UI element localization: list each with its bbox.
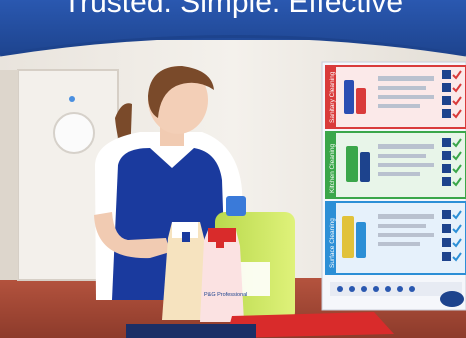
banner: Trusted. Simple. Effective Sanitary Clea… [0,0,466,338]
trolley-edge [126,324,256,338]
cleaning-wall-chart: Sanitary Cleaning Kitchen Cleaning Surfa… [321,61,466,311]
door-sign [69,96,75,102]
chart-label-sanitary-text: Sanitary Cleaning [329,71,336,123]
chart-label-surface-text: Surface Cleaning [329,218,336,268]
chart-label-kitchen-text: Kitchen Cleaning [329,143,336,193]
bottle-brand-label: P&G Professional [204,292,247,298]
door-window [53,112,95,154]
photo-scene: Sanitary Cleaning Kitchen Cleaning Surfa… [0,35,466,338]
